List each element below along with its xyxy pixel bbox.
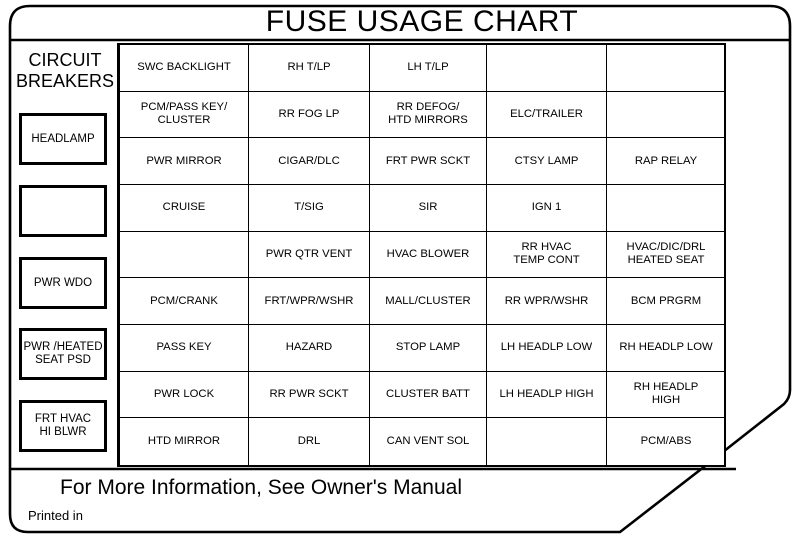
- circuit-breaker-label-3: PWR WDO: [33, 276, 93, 289]
- circuit-breakers-panel: CIRCUIT BREAKERS HEADLAMP PWR WDO PWR /H…: [12, 44, 118, 466]
- circuit-breakers-heading: CIRCUIT BREAKERS: [12, 50, 118, 92]
- fuse-cell-r5-c2[interactable]: PWR QTR VENT: [249, 231, 370, 279]
- fuse-cell-r2-c3[interactable]: RR DEFOG/HTD MIRRORS: [370, 91, 487, 139]
- fuse-cell-r7-c4[interactable]: LH HEADLP LOW: [487, 325, 607, 372]
- fuse-cell-r3-c2[interactable]: CIGAR/DLC: [249, 138, 370, 185]
- fuse-cell-r5-c5[interactable]: HVAC/DIC/DRL HEATED SEAT: [607, 232, 725, 279]
- fuse-cell-r1-c3[interactable]: LH T/LP: [370, 45, 487, 92]
- fuse-cell-r7-c1[interactable]: PASS KEY: [120, 325, 249, 372]
- circuit-breakers-heading-line2: BREAKERS: [15, 71, 115, 91]
- chart-title-band: FUSE USAGE CHART: [10, 4, 790, 40]
- fuse-cell-r8-c1[interactable]: PWR LOCK: [120, 371, 249, 419]
- fuse-cell-r9-c2[interactable]: DRL: [249, 418, 370, 465]
- circuit-breaker-box-3[interactable]: PWR WDO: [19, 257, 107, 309]
- fuse-cell-r3-c4[interactable]: CTSY LAMP: [487, 138, 607, 185]
- fuse-cell-r3-c1[interactable]: PWR MIRROR: [120, 138, 249, 185]
- circuit-breaker-label-1: HEADLAMP: [31, 132, 95, 145]
- fuse-cell-r4-c3[interactable]: SIR: [370, 185, 487, 232]
- circuit-breaker-box-1[interactable]: HEADLAMP: [19, 113, 107, 165]
- fuse-cell-r2-c5[interactable]: [607, 92, 725, 139]
- fuse-cell-r2-c1[interactable]: PCM/PASS KEY/CLUSTER: [120, 91, 249, 139]
- fuse-cell-r5-c1[interactable]: [120, 231, 249, 279]
- fuse-cell-r8-c3[interactable]: CLUSTER BATT: [370, 371, 487, 419]
- footer-band: For More Information, See Owner's Manual: [12, 470, 782, 506]
- fuse-cell-r2-c2[interactable]: RR FOG LP: [249, 91, 370, 139]
- fuse-cell-r7-c3[interactable]: STOP LAMP: [370, 325, 487, 372]
- fuse-cell-r4-c5[interactable]: [607, 185, 725, 232]
- fuse-cell-r5-c3[interactable]: HVAC BLOWER: [370, 231, 487, 279]
- fuse-cell-r3-c5[interactable]: RAP RELAY: [607, 138, 725, 185]
- circuit-breaker-box-5[interactable]: FRT HVAC HI BLWR: [19, 400, 107, 452]
- owners-manual-note: For More Information, See Owner's Manual: [60, 476, 463, 499]
- fuse-cell-r6-c4[interactable]: RR WPR/WSHR: [487, 278, 607, 325]
- fuse-cell-r3-c3[interactable]: FRT PWR SCKT: [370, 138, 487, 185]
- fuse-cell-r9-c1[interactable]: HTD MIRROR: [120, 418, 249, 465]
- fuse-cell-r6-c5[interactable]: BCM PRGRM: [607, 278, 725, 325]
- fuse-cell-r6-c3[interactable]: MALL/CLUSTER: [370, 278, 487, 325]
- fuse-cell-r1-c2[interactable]: RH T/LP: [249, 45, 370, 92]
- circuit-breakers-heading-line1: CIRCUIT: [28, 50, 102, 70]
- circuit-breaker-box-2[interactable]: [19, 185, 107, 237]
- fuse-cell-r9-c5[interactable]: PCM/ABS: [607, 418, 725, 465]
- fuse-cell-r6-c2[interactable]: FRT/WPR/WSHR: [249, 278, 370, 325]
- fuse-cell-r7-c5[interactable]: RH HEADLP LOW: [607, 325, 725, 372]
- fuse-cell-r9-c4[interactable]: [487, 418, 607, 465]
- fuse-cell-r7-c2[interactable]: HAZARD: [249, 325, 370, 372]
- fuse-cell-r4-c1[interactable]: CRUISE: [120, 185, 249, 232]
- circuit-breaker-label-4: PWR /HEATED SEAT PSD: [23, 341, 103, 366]
- fuse-cell-r5-c4[interactable]: RR HVAC TEMP CONT: [487, 231, 607, 279]
- fuse-cell-r8-c4[interactable]: LH HEADLP HIGH: [487, 371, 607, 419]
- printed-in-note: Printed in: [28, 508, 83, 523]
- fuse-cell-r2-c4[interactable]: ELC/TRAILER: [487, 91, 607, 139]
- fuse-cell-r4-c2[interactable]: T/SIG: [249, 185, 370, 232]
- circuit-breaker-label-5: FRT HVAC HI BLWR: [34, 413, 92, 438]
- fuse-cell-r9-c3[interactable]: CAN VENT SOL: [370, 418, 487, 465]
- fuse-cell-r1-c5[interactable]: [607, 45, 725, 92]
- circuit-breaker-box-4[interactable]: PWR /HEATED SEAT PSD: [19, 328, 107, 380]
- fuse-cell-r8-c2[interactable]: RR PWR SCKT: [249, 371, 370, 419]
- chart-title: FUSE USAGE CHART: [265, 5, 579, 38]
- fuse-cell-r1-c4[interactable]: [487, 45, 607, 92]
- fuse-cell-r4-c4[interactable]: IGN 1: [487, 185, 607, 232]
- fuse-cell-r8-c5[interactable]: RH HEADLP HIGH: [607, 372, 725, 419]
- fuse-cell-r6-c1[interactable]: PCM/CRANK: [120, 278, 249, 325]
- fuse-grid: SWC BACKLIGHT RH T/LP LH T/LP PCM/PASS KEY/…: [118, 43, 726, 467]
- fuse-cell-r1-c1[interactable]: SWC BACKLIGHT: [120, 45, 249, 92]
- fuse-usage-chart-label: FUSE USAGE CHART CIRCUIT BREAKERS HEADLA…: [0, 0, 800, 537]
